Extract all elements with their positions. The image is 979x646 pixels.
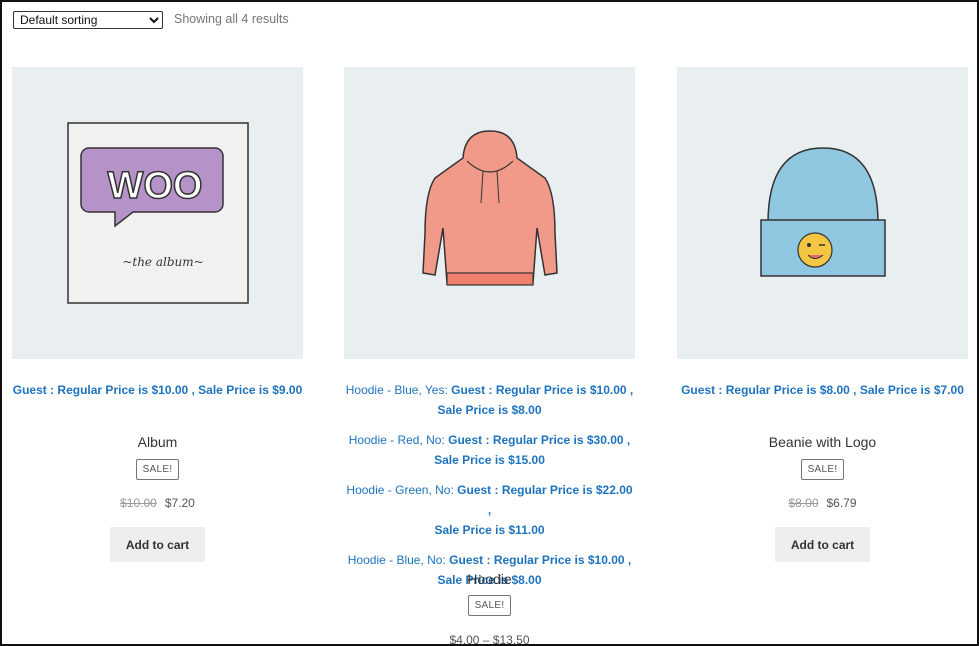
pricing-rule-text: Guest : Regular Price is $10.00 , Sale P…	[12, 383, 303, 397]
pricing-rule-regular: Guest : Regular Price is $10.00 ,	[451, 383, 634, 397]
sale-badge: SALE!	[800, 459, 845, 480]
sale-badge: SALE!	[467, 595, 512, 616]
pricing-rule-row: Hoodie - Red, No: Guest : Regular Price …	[344, 430, 635, 470]
sort-select[interactable]: Default sorting	[13, 11, 163, 29]
pricing-rule-sale: Sale Price is $8.00	[437, 403, 542, 417]
variation-label: Hoodie - Red, No:	[348, 433, 445, 447]
pricing-rules-hoodie: Hoodie - Blue, Yes: Guest : Regular Pric…	[344, 380, 635, 590]
product-title[interactable]: Hoodie	[344, 571, 635, 587]
product-title[interactable]: Album	[12, 434, 303, 450]
variation-label: Hoodie - Blue, Yes:	[345, 383, 448, 397]
pricing-rules-album: Guest : Regular Price is $10.00 , Sale P…	[12, 380, 303, 400]
shop-page: Default sorting Showing all 4 results WO…	[0, 0, 979, 646]
product-card-album: WOO ~the album~	[12, 67, 303, 359]
product-title[interactable]: Beanie with Logo	[677, 434, 968, 450]
product-image-hoodie[interactable]	[344, 67, 635, 359]
add-to-cart-button[interactable]: Add to cart	[110, 527, 205, 562]
product-price: $8.00 $6.79	[677, 496, 968, 510]
pricing-rule-sale: Sale Price is $11.00	[434, 523, 545, 537]
product-price-range: $4.00 – $13.50	[449, 633, 530, 646]
svg-text:WOO: WOO	[107, 165, 202, 207]
sale-price: $6.79	[826, 496, 857, 510]
variation-label: Hoodie - Green, No:	[346, 483, 454, 497]
pricing-rule-text: Guest : Regular Price is $8.00 , Sale Pr…	[681, 383, 964, 397]
product-image-beanie[interactable]	[677, 67, 968, 359]
add-to-cart-wrap: Add to cart	[677, 527, 968, 562]
add-to-cart-button[interactable]: Add to cart	[775, 527, 870, 562]
variation-label: Hoodie - Blue, No:	[347, 553, 446, 567]
album-icon: WOO ~the album~	[66, 122, 249, 304]
pricing-rules-beanie: Guest : Regular Price is $8.00 , Sale Pr…	[677, 380, 968, 400]
product-card-beanie	[677, 67, 968, 359]
product-card-hoodie	[344, 67, 635, 359]
sale-badge-wrap: SALE!	[677, 459, 968, 480]
sale-badge: SALE!	[135, 459, 180, 480]
sale-badge-wrap: SALE!	[12, 459, 303, 480]
regular-price: $8.00	[788, 496, 819, 510]
pricing-rule-regular: Guest : Regular Price is $30.00 ,	[448, 433, 631, 447]
product-image-album[interactable]: WOO ~the album~	[12, 67, 303, 359]
result-count: Showing all 4 results	[174, 12, 289, 26]
regular-price: $10.00	[120, 496, 157, 510]
beanie-icon	[759, 147, 886, 277]
sale-badge-wrap: SALE!	[344, 595, 635, 616]
pricing-rule-row: Hoodie - Blue, Yes: Guest : Regular Pric…	[344, 380, 635, 420]
pricing-rule-regular: Guest : Regular Price is $22.00 ,	[457, 483, 633, 517]
product-price: $10.00 $7.20	[12, 496, 303, 510]
svg-text:~the album~: ~the album~	[122, 255, 203, 269]
pricing-rule-regular: Guest : Regular Price is $10.00 ,	[449, 553, 632, 567]
pricing-rule-sale: Sale Price is $15.00	[434, 453, 545, 467]
hoodie-icon	[421, 130, 558, 286]
sale-price: $7.20	[164, 496, 195, 510]
pricing-rule-row: Hoodie - Green, No: Guest : Regular Pric…	[344, 480, 635, 540]
add-to-cart-wrap: Add to cart	[12, 527, 303, 562]
